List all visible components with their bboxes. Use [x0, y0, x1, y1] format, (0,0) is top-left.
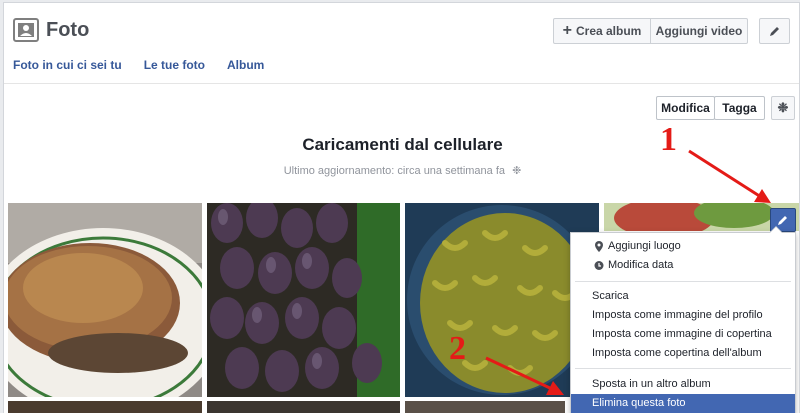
clock-icon — [594, 261, 604, 270]
arrow-1-head — [754, 189, 771, 203]
photo-row-2-strip-c — [405, 401, 565, 413]
pencil-icon — [778, 216, 787, 225]
photo-thumbnail-1[interactable] — [8, 203, 202, 397]
menu-item-download[interactable]: Scarica — [571, 287, 795, 306]
album-settings-button[interactable]: ❉ — [771, 96, 795, 120]
tab-your-photos[interactable]: Le tue foto — [144, 58, 205, 72]
photos-header: Foto + Crea album Aggiungi video Foto in… — [4, 3, 799, 84]
gear-icon: ❉ — [777, 100, 789, 115]
create-album-button[interactable]: + Crea album — [553, 18, 651, 44]
tab-photos-of-you[interactable]: Foto in cui ci sei tu — [13, 58, 122, 72]
menu-item-label: Modifica data — [608, 259, 674, 271]
plus-icon: + — [562, 22, 572, 39]
menu-item-set-profile-picture[interactable]: Imposta come immagine del profilo — [571, 306, 795, 325]
photos-page: Foto + Crea album Aggiungi video Foto in… — [3, 2, 800, 413]
photo-options-menu: Aggiungi luogo Modifica data Scarica Imp… — [570, 226, 796, 413]
add-video-button[interactable]: Aggiungi video — [650, 18, 748, 44]
tab-albums[interactable]: Album — [227, 58, 264, 72]
menu-item-move-to-album[interactable]: Sposta in un altro album — [571, 375, 795, 394]
menu-item-delete-photo[interactable]: Elimina questa foto — [571, 394, 795, 413]
menu-separator — [575, 368, 791, 369]
album-updated-text: Ultimo aggiornamento: circa una settiman… — [283, 165, 506, 177]
album-meta: Ultimo aggiornamento: circa una settiman… — [4, 164, 799, 177]
edit-button[interactable] — [759, 18, 790, 44]
photo-thumbnail-2[interactable] — [207, 203, 400, 397]
album-title: Caricamenti dal cellulare — [302, 135, 503, 154]
menu-item-set-album-cover[interactable]: Imposta come copertina dell'album — [571, 344, 795, 363]
pencil-icon — [769, 27, 779, 36]
menu-item-edit-date[interactable]: Modifica data — [571, 256, 795, 275]
album-tag-button[interactable]: Tagga — [714, 96, 765, 120]
album-edit-button[interactable]: Modifica — [656, 96, 715, 120]
annotation-step-1: 1 — [660, 121, 677, 158]
photos-icon — [13, 18, 39, 42]
menu-item-label: Aggiungi luogo — [608, 240, 681, 252]
annotation-step-2: 2 — [449, 330, 466, 367]
create-album-label: Crea album — [575, 24, 642, 38]
photos-tabs: Foto in cui ci sei tu Le tue foto Album — [13, 58, 264, 72]
photo-row-2-strip-b — [207, 401, 400, 413]
menu-separator — [575, 281, 791, 282]
photo-row-2-strip — [8, 401, 202, 413]
page-title: Foto — [46, 19, 90, 41]
location-pin-icon — [595, 241, 603, 252]
menu-item-set-cover-photo[interactable]: Imposta come immagine di copertina — [571, 325, 795, 344]
settings-small-icon: ❉ — [512, 165, 522, 177]
menu-item-add-location[interactable]: Aggiungi luogo — [571, 237, 795, 256]
